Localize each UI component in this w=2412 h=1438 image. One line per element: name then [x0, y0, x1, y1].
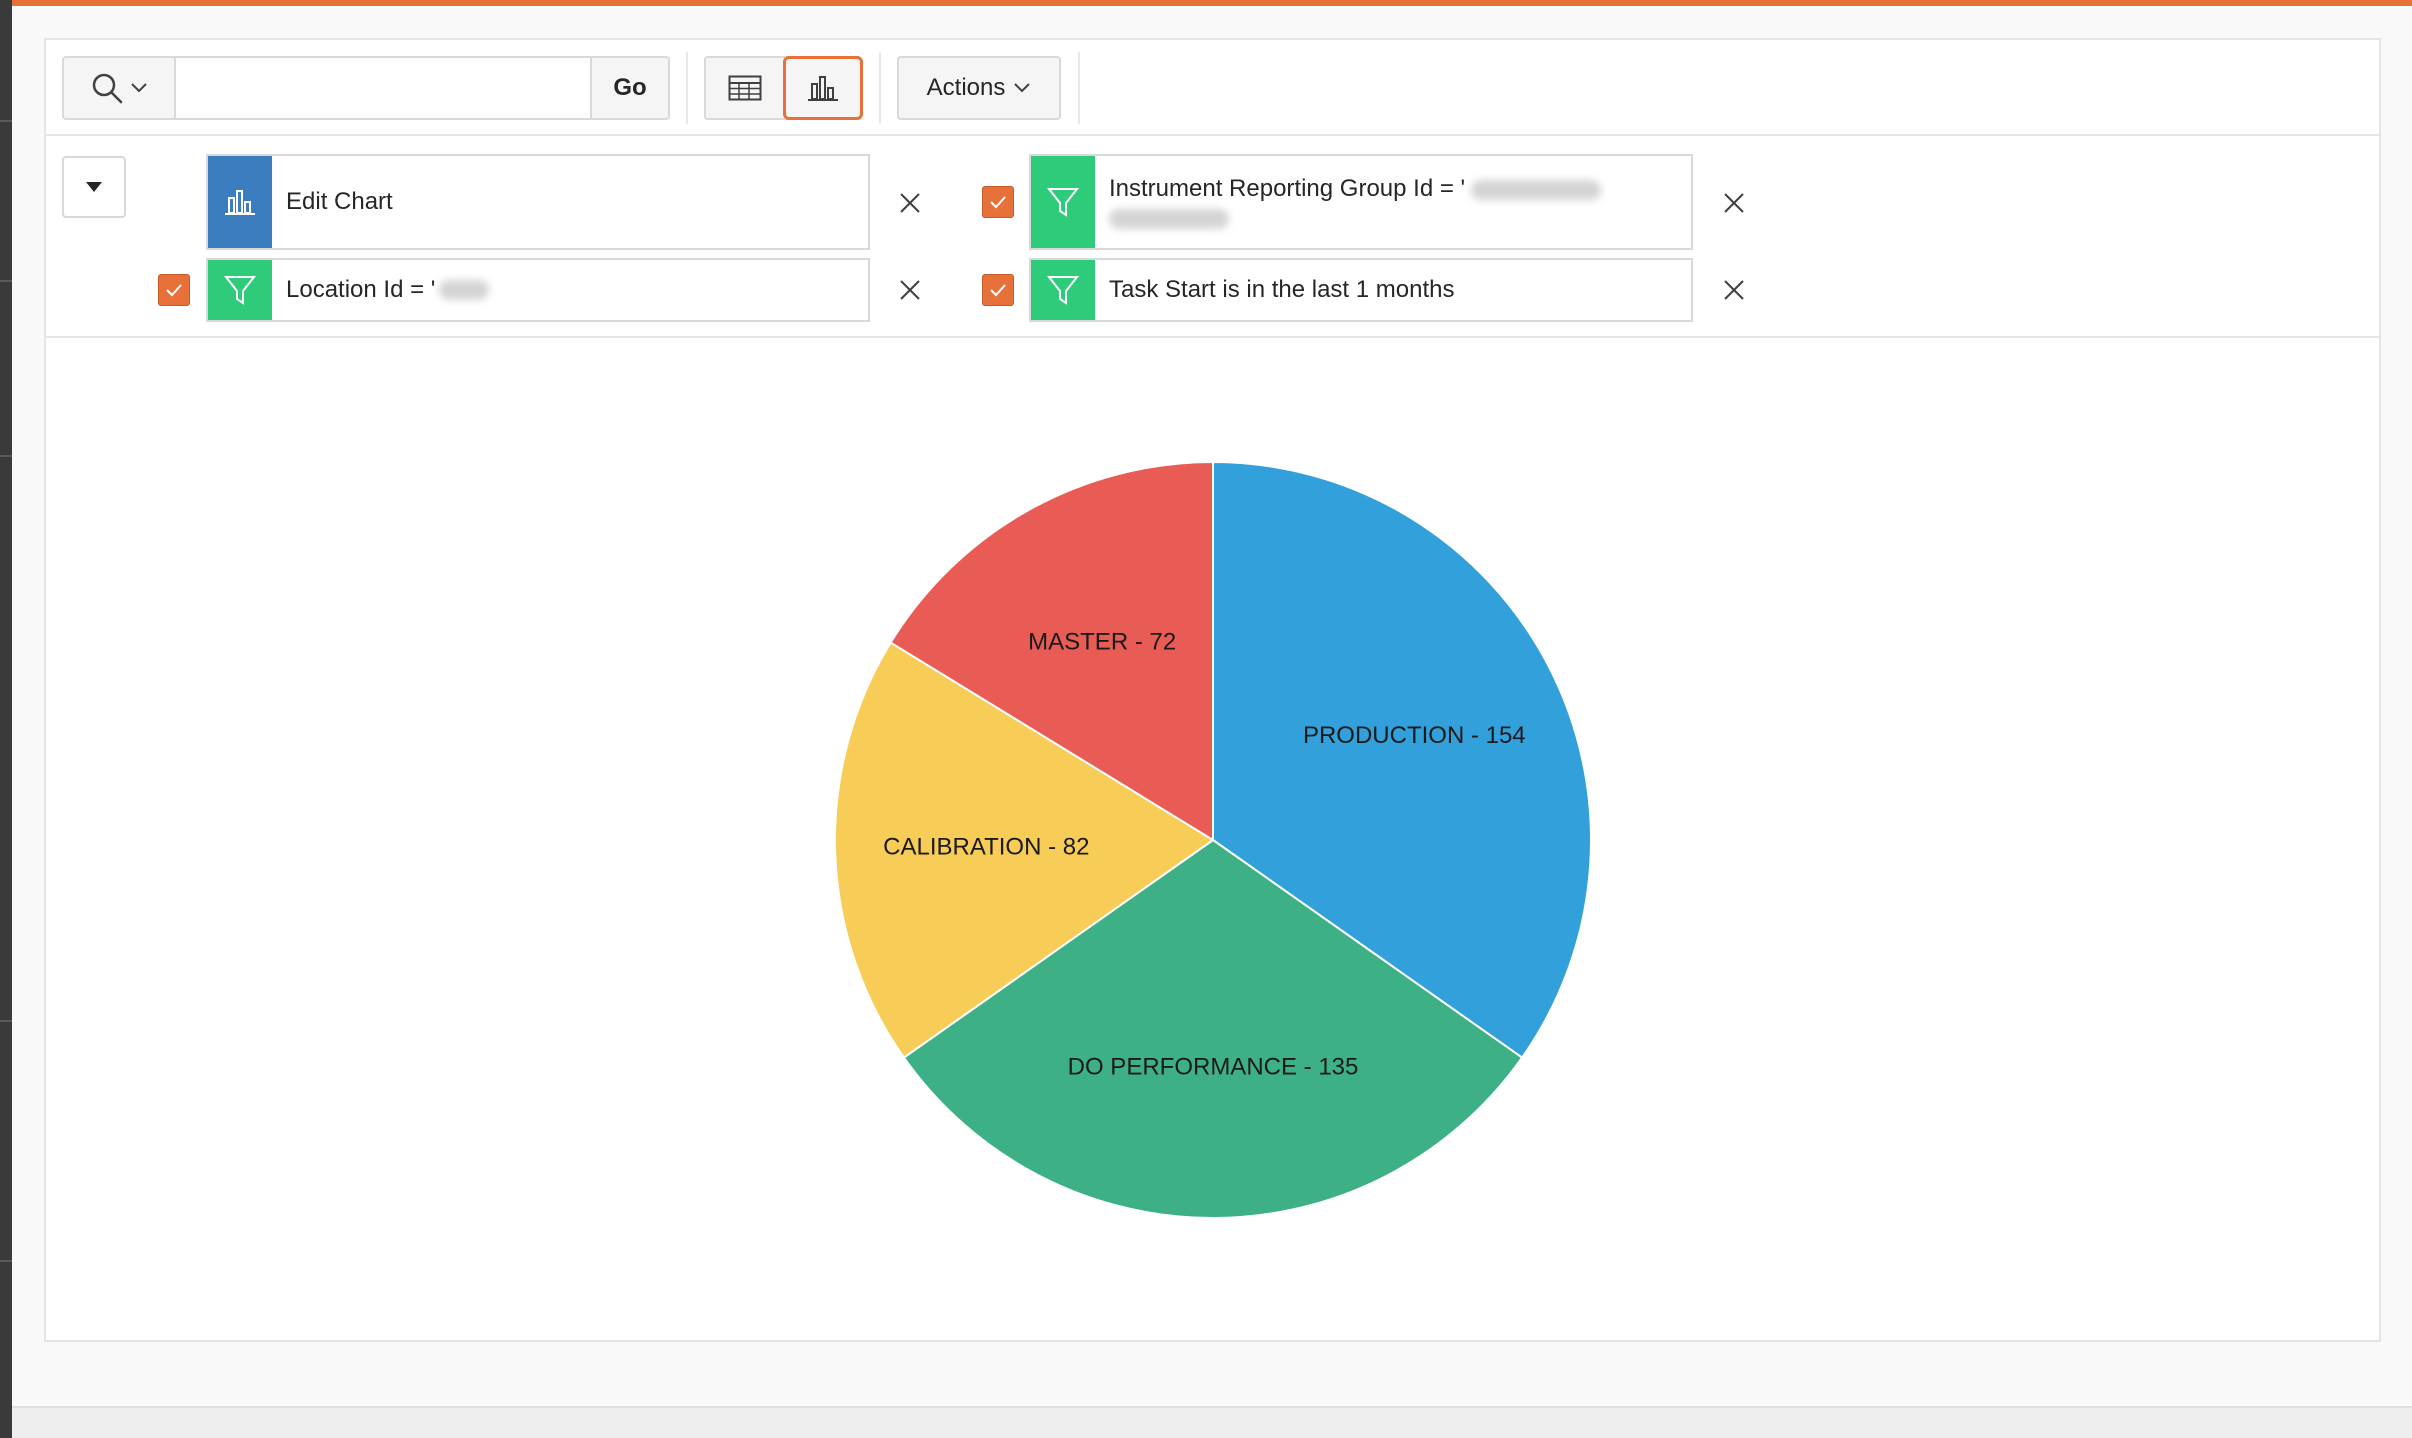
actions-menu-button[interactable]: Actions: [897, 56, 1061, 120]
filter-icon: [1046, 188, 1080, 217]
chevron-down-icon: [1014, 83, 1031, 93]
grid-view-button[interactable]: [706, 58, 784, 118]
edit-chart-label: Edit Chart: [286, 188, 393, 215]
filter-chip-instrument-group[interactable]: Instrument Reporting Group Id = ': [1029, 154, 1693, 250]
redacted-value: [1109, 209, 1229, 229]
remove-filter-button[interactable]: [1719, 188, 1749, 218]
checkmark-icon: [166, 284, 182, 297]
remove-filter-button[interactable]: [895, 275, 925, 305]
chart-view-button[interactable]: [783, 56, 863, 120]
search-input[interactable]: [176, 58, 590, 118]
search-bar: Go: [62, 56, 670, 120]
go-button[interactable]: Go: [590, 58, 668, 118]
toolbar-divider: [879, 52, 881, 124]
caret-down-icon: [86, 182, 102, 192]
footer-band: [12, 1406, 2412, 1438]
collapse-settings-toggle[interactable]: [62, 156, 126, 218]
pie-chart: PRODUCTION - 154 DO PERFORMANCE - 135 CALI…: [834, 460, 1592, 1219]
filter-icon-box: [208, 260, 272, 320]
close-icon: [1724, 193, 1744, 213]
filter-enabled-checkbox[interactable]: [158, 274, 190, 306]
toolbar-divider: [1078, 52, 1080, 124]
slice-label: CALIBRATION - 82: [883, 834, 1089, 861]
chart-area: PRODUCTION - 154 DO PERFORMANCE - 135 CALI…: [46, 340, 2379, 1340]
bar-chart-icon: [225, 190, 255, 215]
checkmark-icon: [990, 196, 1006, 209]
filter-label: Location Id = ': [286, 276, 436, 303]
grid-view-icon: [728, 75, 762, 101]
search-column-selector[interactable]: [64, 58, 176, 118]
filter-text: Instrument Reporting Group Id = ': [1095, 156, 1615, 248]
filter-icon-box: [1031, 156, 1095, 248]
redacted-value: [439, 280, 490, 300]
redacted-value: [1471, 179, 1602, 200]
remove-chart-button[interactable]: [895, 188, 925, 218]
edit-chart-setting[interactable]: Edit Chart: [206, 154, 870, 250]
search-icon: [92, 73, 123, 104]
slice-label: DO PERFORMANCE - 135: [1068, 1053, 1359, 1080]
filter-label: Task Start is in the last 1 months: [1109, 276, 1455, 303]
close-icon: [1724, 280, 1744, 300]
left-edge-panel: [0, 0, 12, 1438]
actions-label: Actions: [926, 74, 1006, 101]
filter-icon: [223, 276, 257, 305]
slice-label: PRODUCTION - 154: [1303, 722, 1526, 749]
filter-enabled-checkbox[interactable]: [982, 186, 1014, 218]
close-icon: [900, 280, 920, 300]
slice-label: MASTER - 72: [1028, 629, 1176, 656]
filter-enabled-checkbox[interactable]: [982, 274, 1014, 306]
filter-icon-box: [1031, 260, 1095, 320]
remove-filter-button[interactable]: [1719, 275, 1749, 305]
filter-label: Instrument Reporting Group Id = ': [1109, 175, 1466, 202]
filter-icon: [1046, 276, 1080, 305]
bar-chart-icon: [808, 76, 838, 101]
filter-chip-location[interactable]: Location Id = ': [206, 258, 870, 322]
close-icon: [900, 193, 920, 213]
toolbar-divider: [686, 52, 688, 124]
filter-text: Location Id = ': [272, 260, 503, 320]
chevron-down-icon: [131, 83, 147, 93]
checkmark-icon: [990, 284, 1006, 297]
top-accent-bar: [0, 0, 2412, 6]
filter-chip-task-start[interactable]: Task Start is in the last 1 months: [1029, 258, 1693, 322]
chart-setting-icon-box: [208, 156, 272, 248]
